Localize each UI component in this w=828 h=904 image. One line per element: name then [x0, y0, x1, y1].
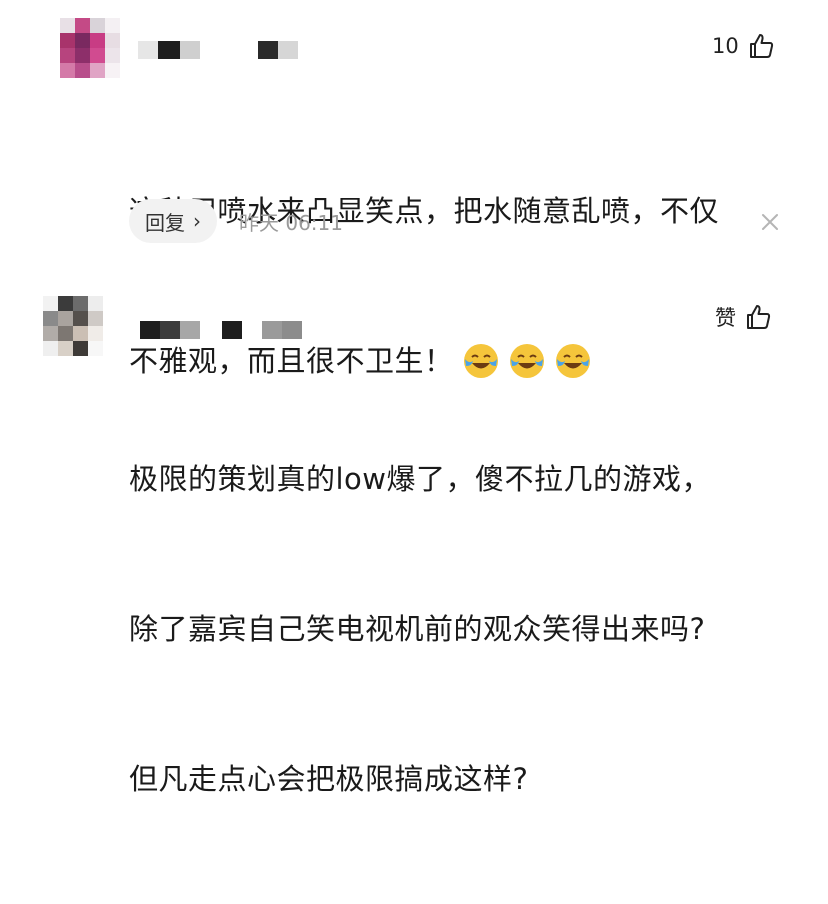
like-count: 10	[712, 34, 739, 58]
chevron-right-icon: ›	[193, 209, 201, 233]
avatar[interactable]	[43, 296, 103, 356]
username[interactable]	[140, 321, 305, 339]
avatar[interactable]	[60, 18, 120, 78]
thumbs-up-icon[interactable]	[747, 32, 775, 60]
comment-line: 但凡走点心会把极限搞成这样?	[129, 762, 529, 796]
reply-button[interactable]: 回复 ›	[129, 199, 217, 243]
comment-line: 极限的策划真的low爆了，傻不拉几的游戏，	[129, 462, 712, 496]
thumbs-up-icon[interactable]	[744, 303, 772, 331]
comment-meta-row: 回复 › 昨天 06:11	[129, 198, 343, 244]
username[interactable]	[138, 41, 306, 59]
comment-text: 极限的策划真的low爆了，傻不拉几的游戏， 除了嘉宾自己笑电视机前的观众笑得出来…	[129, 354, 801, 904]
timestamp: 昨天 06:11	[239, 210, 343, 235]
comment-item: 赞 极限的策划真的low爆了，傻不拉几的游戏， 除了嘉宾自己笑电视机前的观众笑得…	[0, 278, 828, 796]
reply-label: 回复	[145, 210, 185, 235]
comment-line: 除了嘉宾自己笑电视机前的观众笑得出来吗?	[129, 612, 706, 646]
like-area[interactable]: 10	[712, 32, 775, 60]
comment-item: 10 这种用喷水来凸显笑点，把水随意乱喷，不仅 不雅观，而且很不卫生！ 回复 ›…	[0, 0, 828, 378]
like-label: 赞	[715, 306, 736, 330]
close-icon[interactable]	[758, 210, 782, 234]
like-area[interactable]: 赞	[715, 302, 772, 332]
